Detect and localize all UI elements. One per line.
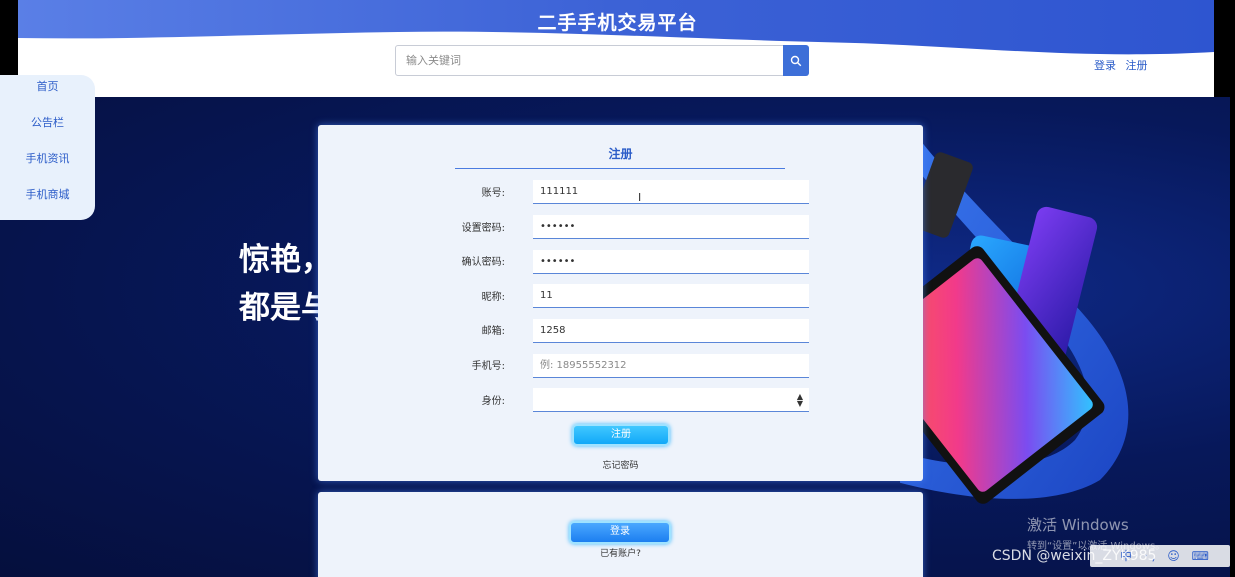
sidebar-nav: 首页 公告栏 手机资讯 手机商城 bbox=[0, 75, 95, 220]
confirm-password-label: 确认密码: bbox=[461, 257, 505, 268]
search-button[interactable] bbox=[783, 45, 809, 76]
search-icon bbox=[790, 55, 802, 66]
site-header: 二手手机交易平台 登录 注册 bbox=[0, 0, 1235, 97]
text-cursor-icon: I bbox=[638, 191, 642, 204]
login-card: 登录 已有账户? bbox=[318, 492, 923, 577]
account-label: 账号: bbox=[481, 188, 505, 199]
account-input[interactable] bbox=[533, 180, 809, 204]
sidebar-item-announcements[interactable]: 公告栏 bbox=[0, 113, 95, 149]
window-edge-right bbox=[1214, 0, 1235, 97]
have-account-link[interactable]: 已有账户? bbox=[318, 546, 923, 559]
role-label: 身份: bbox=[481, 396, 505, 407]
site-title: 二手手机交易平台 bbox=[537, 12, 698, 34]
sidebar-item-phone-mall[interactable]: 手机商城 bbox=[0, 185, 95, 221]
phone-label: 手机号: bbox=[471, 361, 505, 372]
register-submit-button[interactable]: 注册 bbox=[572, 424, 670, 446]
phones-illustration bbox=[900, 140, 1129, 504]
activation-title: 激活 Windows bbox=[1027, 516, 1129, 534]
window-edge-right-lower bbox=[1230, 97, 1235, 577]
login-link[interactable]: 登录 bbox=[1094, 59, 1116, 72]
register-link[interactable]: 注册 bbox=[1126, 59, 1148, 72]
forgot-password-link[interactable]: 忘记密码 bbox=[318, 458, 923, 471]
title-divider bbox=[455, 168, 785, 169]
top-auth-links: 登录 注册 bbox=[1094, 57, 1154, 73]
confirm-password-input[interactable] bbox=[533, 250, 809, 274]
email-input[interactable] bbox=[533, 319, 809, 343]
password-input[interactable] bbox=[533, 215, 809, 239]
csdn-watermark: CSDN @weixin_ZYK985 bbox=[992, 548, 1157, 564]
register-card: 注册 账号: 设置密码: 确认密码: 昵称: 邮箱: 手机号: 身份: ▲▼ 注… bbox=[318, 125, 923, 481]
sort-arrow-icon: ▲ ▼ bbox=[796, 392, 803, 408]
search-input[interactable] bbox=[395, 45, 784, 76]
register-title: 注册 bbox=[608, 147, 633, 161]
login-button[interactable]: 登录 bbox=[569, 521, 671, 544]
phone-input[interactable] bbox=[533, 354, 809, 378]
sidebar-item-phone-news[interactable]: 手机资讯 bbox=[0, 149, 95, 185]
nickname-label: 昵称: bbox=[481, 292, 505, 303]
role-select[interactable]: ▲ ▼ bbox=[533, 388, 809, 412]
nickname-input[interactable] bbox=[533, 284, 809, 308]
email-label: 邮箱: bbox=[481, 326, 505, 337]
sidebar-item-home[interactable]: 首页 bbox=[0, 77, 95, 113]
password-label: 设置密码: bbox=[461, 223, 505, 234]
